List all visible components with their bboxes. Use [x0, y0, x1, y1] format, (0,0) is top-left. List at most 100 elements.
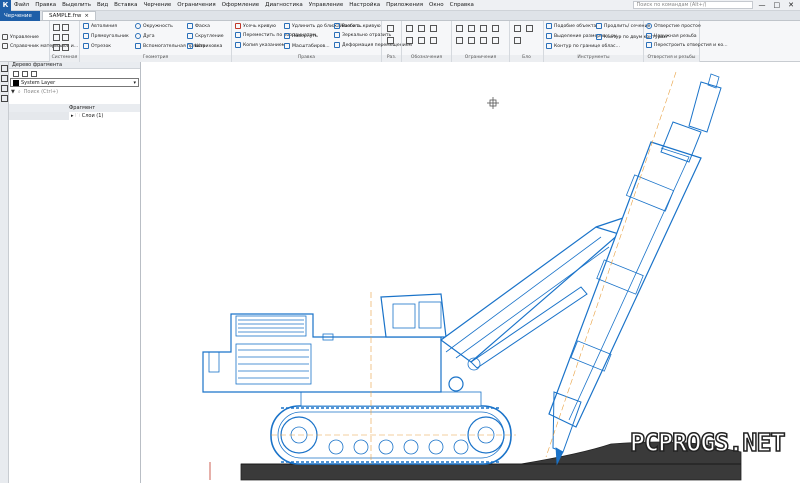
tree-panel-icon[interactable] — [1, 65, 8, 72]
segment-button[interactable]: Отрезок — [83, 43, 111, 49]
variables-icon[interactable] — [1, 85, 8, 92]
menu-item[interactable]: Управление — [306, 2, 347, 8]
book-icon — [2, 43, 8, 49]
mode-tab-drawing[interactable]: Черчение — [0, 11, 40, 21]
circle-label: Окружность — [143, 24, 173, 29]
command-search-input[interactable]: Поиск по командам (Alt+/) — [633, 1, 753, 9]
menu-item[interactable]: Вид — [94, 2, 111, 8]
segment-icon — [83, 43, 89, 49]
menu-item[interactable]: Файл — [11, 2, 32, 8]
split-curve-button[interactable]: Разбить кривую — [334, 23, 381, 29]
hydraulic-head — [689, 82, 721, 132]
copy-button[interactable]: Копия указанием — [235, 42, 285, 48]
menu-item[interactable]: Правка — [32, 2, 59, 8]
tree-search-input[interactable]: Поиск (Ctrl+) — [24, 89, 58, 95]
chevron-down-icon: ▾ — [133, 80, 138, 86]
menu-item[interactable]: Ограничения — [174, 2, 218, 8]
equal-icon[interactable] — [480, 37, 487, 44]
menu-item[interactable]: Справка — [447, 2, 477, 8]
maximize-button[interactable]: □ — [774, 1, 781, 9]
manage-button[interactable]: Управление — [2, 34, 39, 40]
chamfer-button[interactable]: Фаска — [187, 23, 210, 29]
contour-area-button[interactable]: Контур по границе облас... — [546, 43, 620, 49]
menu-item[interactable]: Диагностика — [262, 2, 306, 8]
thread-button[interactable]: Наружная резьба — [646, 33, 697, 39]
menu-item[interactable]: Черчение — [140, 2, 174, 8]
edit-layer-icon[interactable] — [22, 71, 28, 77]
fix-icon[interactable] — [468, 37, 475, 44]
circle-button[interactable]: Окружность — [135, 23, 173, 29]
block-icon[interactable] — [514, 25, 521, 32]
tolerance-icon[interactable] — [430, 37, 437, 44]
scale-button[interactable]: Масштабиров... — [284, 43, 330, 49]
dimension-icon[interactable] — [387, 25, 394, 32]
base-icon[interactable] — [418, 37, 425, 44]
text-icon[interactable] — [406, 25, 413, 32]
rebuild-holes-button[interactable]: Перестроить отверстия и ко... — [646, 42, 728, 48]
similar-object-button[interactable]: Подобие объекта — [546, 23, 596, 29]
rotate-label: Повернуть — [292, 34, 318, 39]
tangent-icon[interactable] — [492, 37, 499, 44]
menu-item[interactable]: Приложения — [383, 2, 426, 8]
trim-button[interactable]: Усечь кривую — [235, 23, 276, 29]
menu-item[interactable]: Настройка — [346, 2, 383, 8]
hatch-button[interactable]: Штриховка — [187, 43, 222, 49]
tree-row-layers[interactable]: ▸ 🗀 Слои (1) — [9, 112, 140, 120]
ribbon-group-constraints: Ограничения — [452, 21, 510, 62]
simple-hole-button[interactable]: Отверстие простое — [646, 23, 701, 29]
rotate-button[interactable]: Повернуть — [284, 33, 318, 39]
close-tab-icon[interactable]: × — [84, 13, 89, 19]
menu-item[interactable]: Оформление — [219, 2, 263, 8]
perpendicular-icon[interactable] — [492, 25, 499, 32]
chamfer-icon — [187, 23, 193, 29]
table-icon[interactable] — [418, 25, 425, 32]
drawing-canvas[interactable] — [141, 62, 800, 483]
filter-icon[interactable]: ▼ — [11, 89, 15, 95]
layer-image-icon[interactable] — [31, 71, 37, 77]
copy-icon — [235, 42, 241, 48]
rectangle-button[interactable]: Прямоугольник — [83, 33, 129, 39]
macro-icon[interactable] — [514, 37, 521, 44]
document-tab[interactable]: SAMPLE.frw × — [42, 11, 96, 20]
left-icon-strip — [0, 62, 9, 483]
ribbon-toolbar: Управление Справочник материалов и... Си… — [0, 21, 800, 62]
coincident-icon[interactable] — [456, 37, 463, 44]
layer-select[interactable]: System Layer ▾ — [10, 78, 139, 87]
parallel-icon[interactable] — [480, 25, 487, 32]
autoline-button[interactable]: Автолиния — [83, 23, 117, 29]
vertical-icon[interactable] — [468, 25, 475, 32]
roughness-icon[interactable] — [406, 37, 413, 44]
save-icon[interactable] — [53, 34, 60, 41]
close-button[interactable]: ✕ — [788, 1, 794, 9]
insert-block-icon[interactable] — [526, 25, 533, 32]
app-logo-icon[interactable]: К — [0, 0, 11, 11]
horizontal-icon[interactable] — [456, 25, 463, 32]
leader-icon[interactable] — [430, 25, 437, 32]
arc-button[interactable]: Дуга — [135, 33, 155, 39]
fillet-button[interactable]: Скругление — [187, 33, 224, 39]
new-layer-icon[interactable] — [13, 71, 19, 77]
ribbon-label-designations: Обозначения — [402, 55, 451, 62]
angle-dimension-icon[interactable] — [387, 37, 394, 44]
menu-item[interactable]: Вставка — [111, 2, 140, 8]
ribbon-label-tools: Инструменты — [544, 55, 643, 62]
layers-icon[interactable] — [1, 95, 8, 102]
rectangle-icon — [83, 33, 89, 39]
menu-item[interactable]: Выделить — [59, 2, 94, 8]
scale-icon — [284, 43, 290, 49]
minimize-button[interactable]: — — [759, 1, 766, 9]
menu-item[interactable]: Окно — [426, 2, 447, 8]
properties-icon[interactable] — [1, 75, 8, 82]
cursor-marker — [487, 97, 499, 109]
ribbon-label-geometry: Геометрия — [80, 55, 231, 62]
ribbon-group-geometry: Автолиния Прямоугольник Отрезок Окружнос… — [80, 21, 232, 62]
ribbon-label-blocks: Бло — [510, 55, 543, 62]
extend-section-button[interactable]: Продлить/ сечение — [596, 23, 650, 29]
new-file-icon[interactable] — [53, 24, 60, 31]
open-file-icon[interactable] — [62, 24, 69, 31]
manage-icon — [2, 34, 8, 40]
drill-mast — [549, 142, 701, 427]
undo-icon[interactable] — [53, 44, 60, 51]
redo-icon[interactable] — [62, 44, 69, 51]
print-icon[interactable] — [62, 34, 69, 41]
